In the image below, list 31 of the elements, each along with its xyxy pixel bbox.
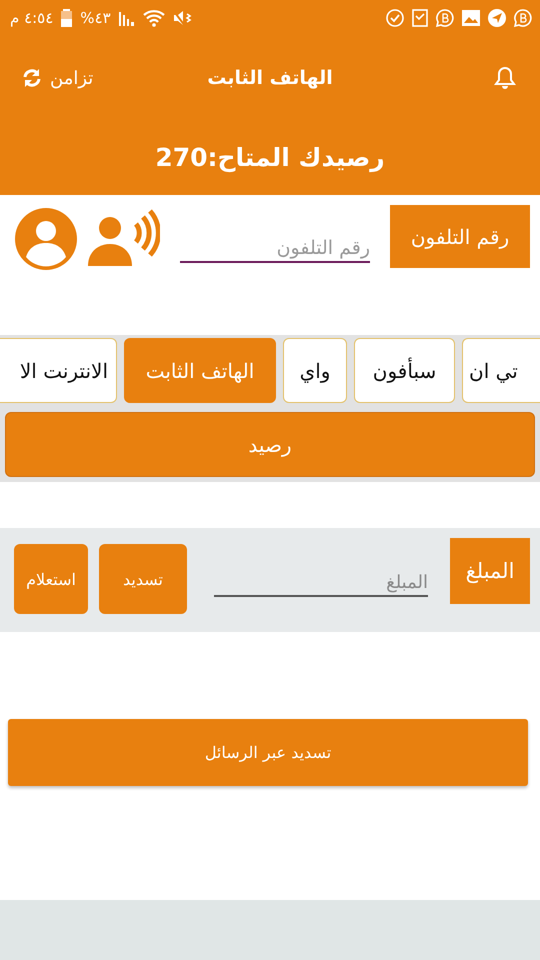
battery-icon (61, 9, 72, 27)
send-icon (488, 9, 506, 27)
provider-tab[interactable]: واي (283, 338, 347, 403)
provider-tab[interactable]: الهاتف الثابت (124, 338, 276, 403)
phone-number-label: رقم التلفون (390, 205, 530, 268)
check-circle-icon (386, 9, 404, 27)
b-chat-icon (514, 9, 532, 27)
sync-icon (22, 68, 42, 88)
provider-tab[interactable]: سبأفون (354, 338, 455, 403)
sms-pay-button[interactable]: تسديد عبر الرسائل (8, 719, 528, 786)
screen-title: الهاتف الثابت (207, 67, 333, 89)
image-icon (462, 10, 480, 26)
phone-number-field[interactable]: رقم التلفون (180, 235, 370, 263)
provider-tab[interactable]: الانترنت الا (0, 338, 117, 403)
inquiry-button[interactable]: استعلام (14, 544, 88, 614)
sync-button[interactable]: تزامن (22, 68, 94, 88)
wifi-icon (142, 9, 165, 27)
user-avatar-icon[interactable] (14, 207, 78, 271)
available-balance: رصيدك المتاح:270 (155, 143, 385, 172)
clock-time: ٤:٥٤ م (10, 9, 54, 27)
amount-field[interactable]: المبلغ (214, 570, 428, 597)
battery-percent: %٤٣ (80, 9, 111, 27)
pay-button[interactable]: تسديد (99, 544, 187, 614)
provider-tab[interactable]: تي ان (462, 338, 540, 403)
bell-icon[interactable] (494, 66, 516, 90)
balance-button[interactable]: رصيد (5, 412, 535, 477)
b-chat-icon (436, 9, 454, 27)
clipboard-check-icon (412, 9, 428, 27)
mute-icon (172, 9, 193, 27)
amount-label: المبلغ (450, 538, 530, 604)
signal-icon (118, 10, 135, 26)
